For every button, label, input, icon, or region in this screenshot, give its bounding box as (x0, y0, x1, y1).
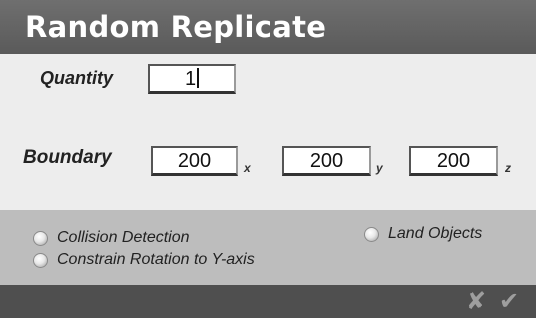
dialog-title: Random Replicate (25, 10, 327, 44)
x-axis-label: x (244, 161, 251, 175)
constrain-rotation-option[interactable]: Constrain Rotation to Y-axis (33, 251, 255, 269)
constrain-rotation-radio[interactable] (33, 252, 48, 268)
boundary-x-field[interactable]: 200 (151, 146, 238, 176)
footer-bar: ✘ ✔ (0, 285, 536, 318)
x-icon: ✘ (465, 287, 487, 315)
main-panel: Quantity 1 Boundary 200 x 200 y 200 z (0, 54, 536, 210)
collision-detection-radio[interactable] (33, 230, 48, 246)
land-objects-radio[interactable] (364, 226, 379, 242)
land-objects-label: Land Objects (388, 225, 483, 242)
text-caret (197, 68, 200, 88)
title-bar: Random Replicate (0, 0, 536, 54)
boundary-z-field[interactable]: 200 (409, 146, 498, 176)
constrain-rotation-label: Constrain Rotation to Y-axis (57, 251, 255, 268)
checkmark-icon: ✔ (498, 287, 520, 315)
collision-detection-option[interactable]: Collision Detection (33, 229, 190, 247)
collision-detection-label: Collision Detection (57, 229, 190, 246)
random-replicate-dialog: Random Replicate Quantity 1 Boundary 200… (0, 0, 536, 318)
boundary-y-field[interactable]: 200 (282, 146, 371, 176)
quantity-field[interactable]: 1 (148, 64, 236, 94)
ok-button[interactable]: ✔ (496, 287, 522, 315)
land-objects-option[interactable]: Land Objects (364, 225, 482, 243)
cancel-button[interactable]: ✘ (463, 287, 489, 315)
z-axis-label: z (505, 161, 511, 175)
quantity-value: 1 (184, 68, 197, 90)
options-panel: Collision Detection Constrain Rotation t… (0, 210, 536, 285)
quantity-label: Quantity (40, 68, 114, 88)
y-axis-label: y (376, 161, 383, 175)
boundary-label: Boundary (23, 147, 112, 168)
